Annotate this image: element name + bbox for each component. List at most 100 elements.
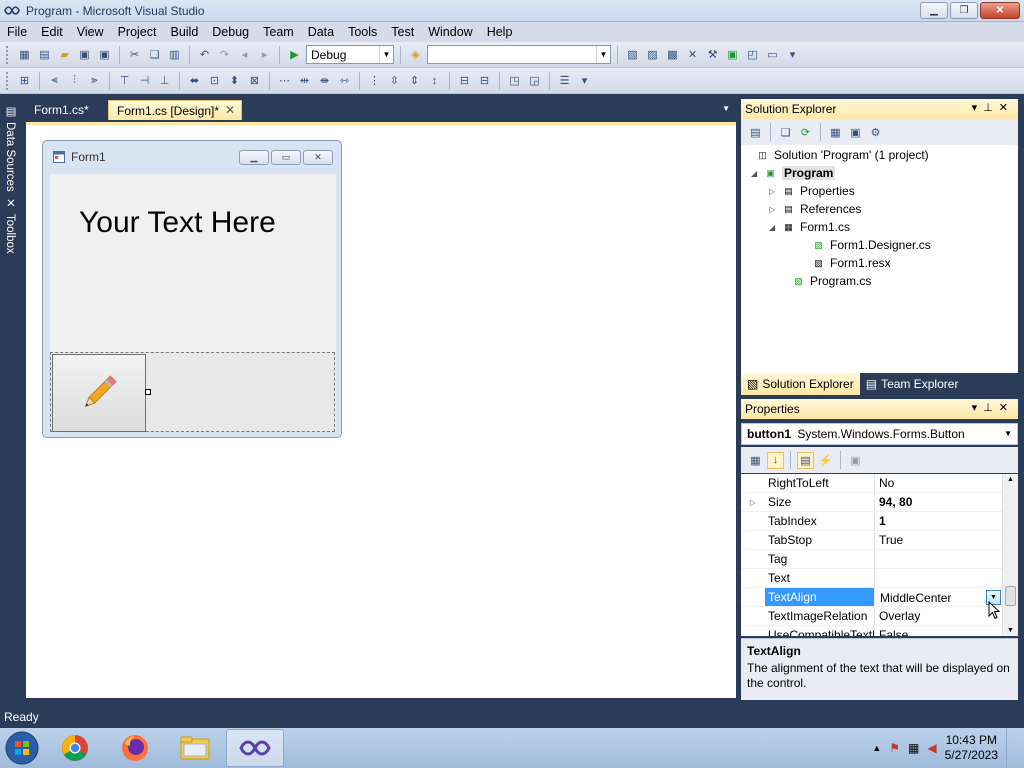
- prop-row-textimagerelation[interactable]: TextImageRelation Overlay: [741, 607, 1003, 626]
- tree-item-program-project[interactable]: ◢ ▣ Program: [751, 164, 836, 182]
- team-explorer-icon[interactable]: ⚒: [704, 46, 721, 63]
- toolbox-tab[interactable]: ✕ Toolbox: [2, 196, 18, 266]
- table-layout-panel[interactable]: [50, 352, 335, 432]
- window-position-icon[interactable]: ▾: [972, 402, 984, 414]
- new-project-icon[interactable]: ▦: [16, 46, 33, 63]
- show-hidden-icons-icon[interactable]: ▲: [872, 743, 881, 753]
- prop-row-textalign[interactable]: TextAlign MiddleCenter ▼: [741, 588, 1003, 607]
- categorized-icon[interactable]: ▦: [747, 452, 764, 469]
- toolbar-grip[interactable]: [6, 71, 9, 90]
- tree-item-form1-resx[interactable]: ▧ Form1.resx: [811, 254, 890, 272]
- volume-muted-icon[interactable]: ◀: [927, 741, 936, 755]
- solution-configuration-select[interactable]: Debug ▼: [306, 45, 394, 64]
- scroll-thumb[interactable]: [1005, 586, 1016, 606]
- prop-value[interactable]: No: [875, 474, 1003, 492]
- prop-value[interactable]: [875, 550, 1003, 568]
- size-to-grid-icon[interactable]: ⊡: [206, 72, 223, 89]
- center-horizontally-icon[interactable]: ⊟: [456, 72, 473, 89]
- pin-icon[interactable]: ⊥: [983, 402, 999, 414]
- toolbar-grip[interactable]: [6, 45, 9, 64]
- tree-item-properties[interactable]: ▷ ▤ Properties: [769, 182, 855, 200]
- start-page-icon[interactable]: ▣: [724, 46, 741, 63]
- properties-window-icon[interactable]: ▨: [644, 46, 661, 63]
- save-icon[interactable]: ▣: [76, 46, 93, 63]
- prop-value[interactable]: 1: [875, 512, 1003, 530]
- property-pages-icon[interactable]: ▣: [847, 452, 864, 469]
- properties-icon[interactable]: ▤: [747, 124, 764, 141]
- expanded-arrow-icon[interactable]: ◢: [751, 169, 763, 178]
- align-to-grid-icon[interactable]: ⊞: [16, 72, 33, 89]
- view-code-icon[interactable]: ▦: [827, 124, 844, 141]
- scroll-up-icon[interactable]: ▲: [1007, 476, 1014, 483]
- collapsed-arrow-icon[interactable]: ▷: [769, 187, 781, 196]
- paste-icon[interactable]: ▥: [166, 46, 183, 63]
- prop-value-editor[interactable]: MiddleCenter: [875, 588, 1003, 606]
- redo-icon[interactable]: ↷: [216, 46, 233, 63]
- cut-icon[interactable]: ✂: [126, 46, 143, 63]
- horizontal-spacing-increase-icon[interactable]: ⇹: [296, 72, 313, 89]
- show-all-files-icon[interactable]: ❏: [777, 124, 794, 141]
- tab-list-dropdown-icon[interactable]: ▼: [722, 104, 730, 113]
- window-position-icon[interactable]: ▾: [972, 102, 984, 114]
- find-in-files-icon[interactable]: ◈: [407, 46, 424, 63]
- prop-value[interactable]: [875, 569, 1003, 587]
- tab-form1-cs[interactable]: Form1.cs*: [26, 100, 97, 120]
- align-tops-icon[interactable]: ⊤: [116, 72, 133, 89]
- find-combo[interactable]: ▼: [427, 45, 611, 64]
- navigate-backward-icon[interactable]: ◂: [236, 46, 253, 63]
- menu-debug[interactable]: Debug: [205, 22, 256, 42]
- prop-row-size[interactable]: ▷ Size 94, 80: [741, 493, 1003, 512]
- align-bottoms-icon[interactable]: ⊥: [156, 72, 173, 89]
- network-icon[interactable]: ▦: [908, 741, 919, 755]
- make-same-width-icon[interactable]: ⬌: [186, 72, 203, 89]
- form-client-area[interactable]: Your Text Here: [50, 174, 336, 432]
- horizontal-spacing-decrease-icon[interactable]: ⇼: [316, 72, 333, 89]
- add-item-icon[interactable]: ▤: [36, 46, 53, 63]
- view-class-diagram-icon[interactable]: ⚙: [867, 124, 884, 141]
- prop-row-text[interactable]: Text: [741, 569, 1003, 588]
- horizontal-spacing-remove-icon[interactable]: ⇿: [336, 72, 353, 89]
- label1[interactable]: Your Text Here: [79, 206, 276, 240]
- close-tab-icon[interactable]: ✕: [225, 103, 235, 117]
- start-debugging-icon[interactable]: ▶: [286, 46, 303, 63]
- tree-item-form1-designer-cs[interactable]: ▧ Form1.Designer.cs: [811, 236, 930, 254]
- tree-item-program-cs[interactable]: ▧ Program.cs: [791, 272, 871, 290]
- show-desktop-button[interactable]: [1006, 728, 1018, 768]
- menu-view[interactable]: View: [70, 22, 111, 42]
- taskbar-chrome[interactable]: [46, 729, 104, 767]
- vertical-spacing-equal-icon[interactable]: ⋮: [366, 72, 383, 89]
- data-sources-tab[interactable]: ▤ Data Sources: [2, 104, 18, 194]
- solution-explorer-icon[interactable]: ▧: [624, 46, 641, 63]
- action-center-icon[interactable]: ⚑: [889, 741, 900, 755]
- object-selector[interactable]: button1 System.Windows.Forms.Button ▼: [741, 423, 1018, 445]
- close-icon[interactable]: ✕: [999, 402, 1014, 414]
- menu-build[interactable]: Build: [163, 22, 205, 42]
- command-window-icon[interactable]: ▭: [764, 46, 781, 63]
- menu-data[interactable]: Data: [301, 22, 341, 42]
- properties-view-icon[interactable]: ▤: [797, 451, 814, 469]
- align-lefts-icon[interactable]: ⫷: [46, 72, 63, 89]
- resize-handle[interactable]: [145, 389, 151, 395]
- send-to-back-icon[interactable]: ◲: [526, 72, 543, 89]
- menu-team[interactable]: Team: [256, 22, 301, 42]
- save-all-icon[interactable]: ▣: [96, 46, 113, 63]
- close-icon[interactable]: ✕: [999, 102, 1014, 114]
- navigate-forward-icon[interactable]: ▸: [256, 46, 273, 63]
- vertical-spacing-increase-icon[interactable]: ⇳: [386, 72, 403, 89]
- prop-row-tag[interactable]: Tag: [741, 550, 1003, 569]
- extension-manager-icon[interactable]: ◰: [744, 46, 761, 63]
- close-button[interactable]: ✕: [980, 2, 1020, 19]
- pin-icon[interactable]: ⊥: [983, 102, 999, 114]
- center-vertically-icon[interactable]: ⊟: [476, 72, 493, 89]
- menu-project[interactable]: Project: [111, 22, 164, 42]
- prop-row-tabindex[interactable]: TabIndex 1: [741, 512, 1003, 531]
- make-same-size-icon[interactable]: ⊠: [246, 72, 263, 89]
- form-designer-window[interactable]: Form1 ▁ ▭ ✕ Your Text Here: [42, 140, 342, 438]
- prop-row-righttoleft[interactable]: RightToLeft No: [741, 474, 1003, 493]
- tree-item-form1-cs[interactable]: ◢ ▦ Form1.cs: [769, 218, 850, 236]
- events-icon[interactable]: ⚡: [817, 452, 834, 469]
- undo-icon[interactable]: ↶: [196, 46, 213, 63]
- object-browser-icon[interactable]: ▩: [664, 46, 681, 63]
- prop-value[interactable]: False: [875, 626, 1003, 636]
- menu-tools[interactable]: Tools: [341, 22, 384, 42]
